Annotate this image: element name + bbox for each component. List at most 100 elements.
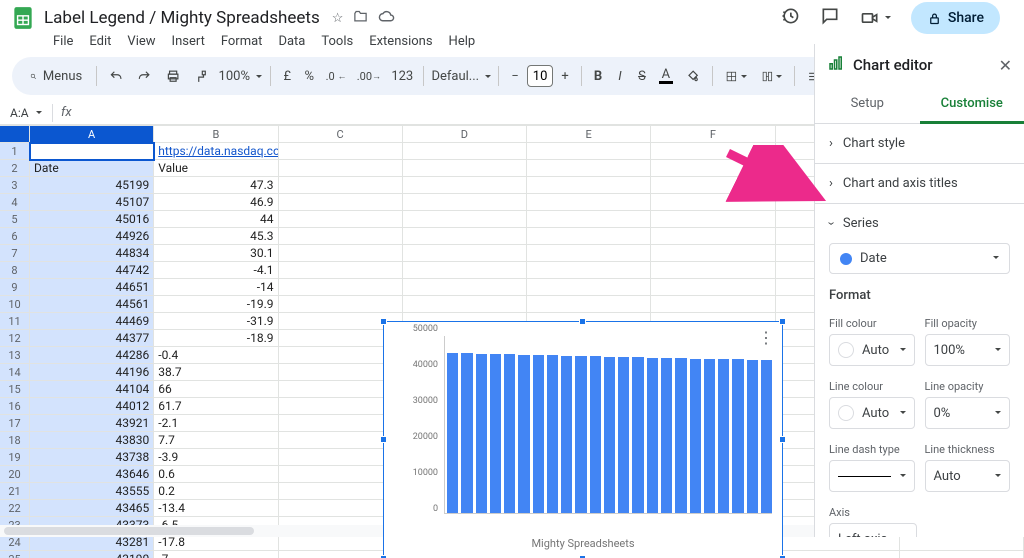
borders-button[interactable] (719, 63, 753, 90)
cell[interactable]: 44926 (30, 228, 154, 245)
row-header[interactable]: 9 (0, 279, 30, 296)
cell[interactable]: Value (154, 160, 278, 177)
cell[interactable]: 66 (154, 381, 278, 398)
cell[interactable] (279, 194, 403, 211)
document-title[interactable]: Label Legend / Mighty Spreadsheets (38, 6, 326, 30)
row-header[interactable]: 18 (0, 432, 30, 449)
cell[interactable] (651, 262, 775, 279)
cell[interactable]: 44469 (30, 313, 154, 330)
comments-icon[interactable] (820, 6, 840, 30)
cell[interactable]: -14 (154, 279, 278, 296)
cell[interactable]: https://data.nasdaq.com/ap (154, 143, 278, 160)
cloud-status-icon[interactable] (378, 8, 395, 29)
strikethrough-button[interactable]: S (632, 64, 652, 89)
row-header[interactable]: 16 (0, 398, 30, 415)
cell[interactable] (651, 177, 775, 194)
fill-opacity-select[interactable]: 100% (925, 334, 1011, 366)
cell[interactable]: -7 (154, 551, 278, 558)
cell[interactable] (651, 160, 775, 177)
text-color-button[interactable]: A (654, 63, 678, 89)
column-header[interactable]: F (651, 126, 775, 143)
cell[interactable] (527, 194, 651, 211)
cell[interactable] (527, 211, 651, 228)
cell[interactable] (651, 279, 775, 296)
row-header[interactable]: 13 (0, 347, 30, 364)
zoom-select[interactable]: 100% (216, 65, 264, 88)
cell[interactable] (651, 194, 775, 211)
bold-button[interactable]: B (588, 64, 608, 89)
search-menus[interactable]: Menus (22, 64, 90, 89)
cell[interactable]: -3.9 (154, 449, 278, 466)
cell[interactable]: 44651 (30, 279, 154, 296)
menu-edit[interactable]: Edit (82, 32, 118, 51)
section-series[interactable]: › Series (815, 204, 1024, 235)
cell[interactable] (403, 279, 527, 296)
row-header[interactable]: 17 (0, 415, 30, 432)
meet-icon[interactable] (860, 8, 891, 28)
currency-button[interactable]: £ (277, 64, 297, 89)
cell[interactable] (527, 296, 651, 313)
row-header[interactable]: 15 (0, 381, 30, 398)
more-formats-button[interactable]: 123 (387, 64, 417, 89)
font-select[interactable]: Defaul... (430, 65, 492, 88)
cell[interactable] (776, 551, 900, 558)
cell[interactable] (403, 177, 527, 194)
cell[interactable] (900, 551, 1024, 558)
cell[interactable]: 38.7 (154, 364, 278, 381)
row-header[interactable]: 20 (0, 466, 30, 483)
cell[interactable] (527, 160, 651, 177)
line-thickness-select[interactable]: Auto (925, 460, 1011, 492)
row-header[interactable]: 6 (0, 228, 30, 245)
row-header[interactable]: 12 (0, 330, 30, 347)
star-icon[interactable]: ☆ (332, 11, 344, 26)
cell[interactable] (279, 160, 403, 177)
sheets-logo-icon[interactable] (8, 3, 38, 33)
embedded-chart[interactable]: ⋮ 01000020000300004000050000 Mighty Spre… (383, 321, 783, 558)
cell[interactable]: 44012 (30, 398, 154, 415)
cell[interactable] (527, 143, 651, 160)
row-header[interactable]: 1 (0, 143, 30, 160)
cell[interactable] (527, 177, 651, 194)
cell[interactable] (527, 245, 651, 262)
tab-customise[interactable]: Customise (920, 86, 1024, 124)
cell[interactable] (527, 228, 651, 245)
cell[interactable]: 43738 (30, 449, 154, 466)
cell[interactable] (651, 211, 775, 228)
name-box[interactable]: A:A (0, 106, 52, 120)
cell[interactable]: -31.9 (154, 313, 278, 330)
menu-help[interactable]: Help (442, 32, 483, 51)
resize-handle[interactable] (380, 318, 387, 325)
increase-decimal-button[interactable]: .00→ (353, 65, 385, 88)
italic-button[interactable]: I (610, 64, 630, 89)
column-header[interactable]: E (527, 126, 651, 143)
menu-tools[interactable]: Tools (314, 32, 360, 51)
cell[interactable] (30, 143, 154, 160)
cell[interactable] (279, 143, 403, 160)
cell[interactable]: 44377 (30, 330, 154, 347)
row-header[interactable]: 10 (0, 296, 30, 313)
cell[interactable]: 46.9 (154, 194, 278, 211)
cell[interactable] (403, 194, 527, 211)
cell[interactable]: 30.1 (154, 245, 278, 262)
cell[interactable]: 7.7 (154, 432, 278, 449)
row-header[interactable]: 2 (0, 160, 30, 177)
percent-button[interactable]: % (299, 64, 319, 89)
section-chart-axis-titles[interactable]: › Chart and axis titles (815, 164, 1024, 204)
cell[interactable] (403, 143, 527, 160)
axis-select[interactable]: Left axis (829, 523, 917, 537)
cell[interactable]: Date (30, 160, 154, 177)
cell[interactable]: 44834 (30, 245, 154, 262)
row-header[interactable]: 8 (0, 262, 30, 279)
fill-color-button[interactable] (680, 63, 706, 90)
row-header[interactable]: 11 (0, 313, 30, 330)
cell[interactable] (651, 245, 775, 262)
menu-insert[interactable]: Insert (165, 32, 212, 51)
line-opacity-select[interactable]: 0% (925, 397, 1011, 429)
print-button[interactable] (160, 63, 186, 90)
cell[interactable]: 44 (154, 211, 278, 228)
tab-setup[interactable]: Setup (815, 86, 920, 123)
cell[interactable]: -0.4 (154, 347, 278, 364)
decrease-decimal-button[interactable]: .0 ← (321, 65, 350, 88)
line-dash-select[interactable] (829, 460, 915, 492)
font-size-input[interactable] (527, 65, 553, 87)
